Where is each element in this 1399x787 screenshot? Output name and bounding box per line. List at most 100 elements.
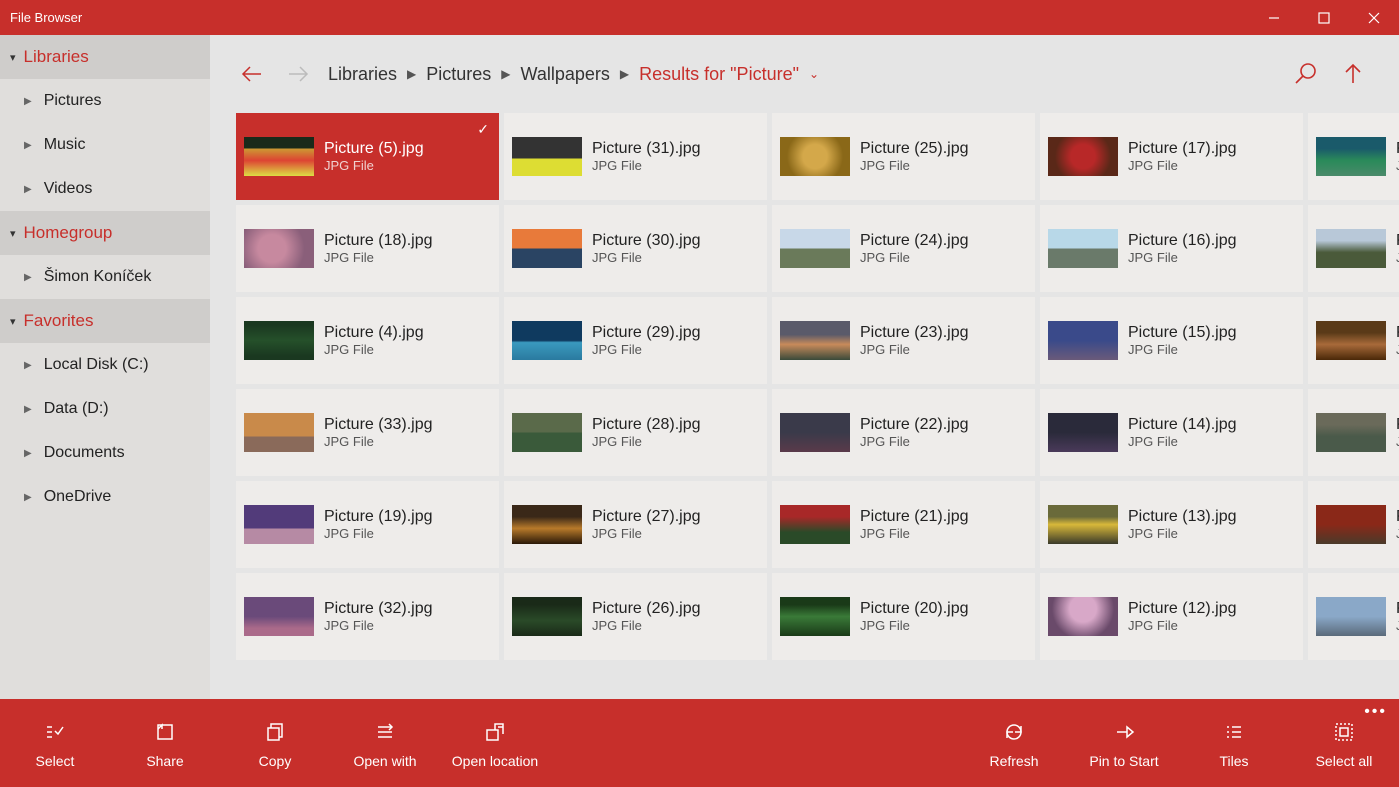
sidebar: ▾Libraries▶Pictures▶Music▶Videos▾Homegro… <box>0 35 210 699</box>
chevron-right-icon: ▶ <box>24 96 32 107</box>
file-name: Picture (21).jpg <box>860 508 969 526</box>
file-name: Picture (14).jpg <box>1128 416 1237 434</box>
tiles-button[interactable]: Tiles <box>1179 717 1289 769</box>
file-item[interactable]: Picture (29).jpgJPG File <box>504 297 767 384</box>
thumbnail <box>780 413 850 452</box>
file-item[interactable]: Picture (16).jpgJPG File <box>1040 205 1303 292</box>
back-button[interactable] <box>232 54 272 94</box>
file-name: Picture (23).jpg <box>860 324 969 342</box>
selectall-button[interactable]: Select all <box>1289 717 1399 769</box>
file-item[interactable]: Picture (5).jpgJPG File✓ <box>236 113 499 200</box>
openwith-button[interactable]: Open with <box>330 717 440 769</box>
file-item[interactable]: Picture (14).jpgJPG File <box>1040 389 1303 476</box>
check-icon: ✓ <box>477 121 489 138</box>
sidebar-section-favorites[interactable]: ▾Favorites <box>0 299 210 343</box>
selectall-icon <box>1333 717 1355 747</box>
file-item[interactable]: Picture (25).jpgJPG File <box>772 113 1035 200</box>
file-item[interactable]: Picture (7).jpgJPG File <box>1308 297 1399 384</box>
sidebar-item[interactable]: ▶OneDrive <box>0 475 210 519</box>
command-label: Select <box>36 753 75 769</box>
select-button[interactable]: Select <box>0 717 110 769</box>
refresh-button[interactable]: Refresh <box>959 717 1069 769</box>
up-button[interactable] <box>1329 50 1377 98</box>
chevron-right-icon: ▶ <box>24 448 32 459</box>
file-item[interactable]: Picture (24).jpgJPG File <box>772 205 1035 292</box>
file-item[interactable]: Picture (4).jpgJPG File <box>236 297 499 384</box>
file-type: JPG File <box>592 618 701 633</box>
file-item[interactable]: Picture (23).jpgJPG File <box>772 297 1035 384</box>
file-item[interactable]: Picture (8).jpgJPG File <box>1308 205 1399 292</box>
file-type: JPG File <box>1128 342 1237 357</box>
chevron-right-icon: ▶ <box>620 67 629 81</box>
chevron-down-icon[interactable]: ⌄ <box>809 67 819 81</box>
file-item[interactable]: Picture (2).jpgJPG File <box>1308 573 1399 660</box>
openlocation-button[interactable]: Open location <box>440 717 550 769</box>
sidebar-item-label: Documents <box>44 444 125 462</box>
close-button[interactable] <box>1349 0 1399 35</box>
chevron-right-icon: ▶ <box>24 184 32 195</box>
sidebar-section-libraries[interactable]: ▾Libraries <box>0 35 210 79</box>
breadcrumb-item[interactable]: Libraries <box>328 64 397 85</box>
sidebar-item[interactable]: ▶Music <box>0 123 210 167</box>
breadcrumb-item[interactable]: Wallpapers <box>521 64 610 85</box>
file-type: JPG File <box>324 342 424 357</box>
pin-button[interactable]: Pin to Start <box>1069 717 1179 769</box>
sidebar-item[interactable]: ▶Videos <box>0 167 210 211</box>
file-item[interactable]: Picture (26).jpgJPG File <box>504 573 767 660</box>
sidebar-item[interactable]: ▶ Documents <box>0 431 210 475</box>
file-item[interactable]: Picture (27).jpgJPG File <box>504 481 767 568</box>
sidebar-item[interactable]: ▶Pictures <box>0 79 210 123</box>
chevron-right-icon: ▶ <box>24 404 32 415</box>
thumbnail <box>244 597 314 636</box>
select-icon <box>44 717 66 747</box>
file-type: JPG File <box>860 158 969 173</box>
file-item[interactable]: Picture (21).jpgJPG File <box>772 481 1035 568</box>
share-button[interactable]: Share <box>110 717 220 769</box>
sidebar-item[interactable]: ▶Local Disk (C:) <box>0 343 210 387</box>
thumbnail <box>1316 137 1386 176</box>
file-name: Picture (4).jpg <box>324 324 424 342</box>
file-item[interactable]: Picture (9).jpgJPG File <box>1308 113 1399 200</box>
file-item[interactable]: Picture (31).jpgJPG File <box>504 113 767 200</box>
file-item[interactable]: Picture (6).jpgJPG File <box>1308 389 1399 476</box>
file-item[interactable]: Picture (33).jpgJPG File <box>236 389 499 476</box>
forward-button[interactable] <box>278 54 318 94</box>
file-type: JPG File <box>324 158 424 173</box>
chevron-down-icon: ▾ <box>10 51 16 64</box>
file-item[interactable]: Picture (30).jpgJPG File <box>504 205 767 292</box>
chevron-right-icon: ▶ <box>407 67 416 81</box>
file-item[interactable]: Picture (22).jpgJPG File <box>772 389 1035 476</box>
file-item[interactable]: Picture (18).jpgJPG File <box>236 205 499 292</box>
sidebar-item[interactable]: ▶Data (D:) <box>0 387 210 431</box>
file-item[interactable]: Picture (17).jpgJPG File <box>1040 113 1303 200</box>
file-type: JPG File <box>1128 618 1237 633</box>
file-item[interactable]: Picture (19).jpgJPG File <box>236 481 499 568</box>
file-item[interactable]: Picture (12).jpgJPG File <box>1040 573 1303 660</box>
file-type: JPG File <box>324 618 433 633</box>
file-item[interactable]: Picture (3).jpgJPG File <box>1308 481 1399 568</box>
app-title: File Browser <box>0 10 82 25</box>
file-item[interactable]: Picture (32).jpgJPG File <box>236 573 499 660</box>
file-type: JPG File <box>592 158 701 173</box>
copy-button[interactable]: Copy <box>220 717 330 769</box>
sidebar-section-homegroup[interactable]: ▾Homegroup <box>0 211 210 255</box>
file-type: JPG File <box>1128 250 1237 265</box>
sidebar-item[interactable]: ▶Šimon Koníček <box>0 255 210 299</box>
maximize-button[interactable] <box>1299 0 1349 35</box>
breadcrumb-item[interactable]: Pictures <box>426 64 491 85</box>
file-name: Picture (33).jpg <box>324 416 433 434</box>
tiles-icon <box>1223 717 1245 747</box>
search-button[interactable] <box>1281 50 1329 98</box>
file-type: JPG File <box>860 250 969 265</box>
more-button[interactable]: ••• <box>1364 703 1387 721</box>
file-item[interactable]: Picture (20).jpgJPG File <box>772 573 1035 660</box>
breadcrumb-current[interactable]: Results for "Picture" <box>639 64 799 85</box>
file-item[interactable]: Picture (28).jpgJPG File <box>504 389 767 476</box>
file-name: Picture (26).jpg <box>592 600 701 618</box>
minimize-button[interactable] <box>1249 0 1299 35</box>
file-name: Picture (19).jpg <box>324 508 433 526</box>
file-item[interactable]: Picture (15).jpgJPG File <box>1040 297 1303 384</box>
file-item[interactable]: Picture (13).jpgJPG File <box>1040 481 1303 568</box>
file-type: JPG File <box>1128 158 1237 173</box>
file-name: Picture (29).jpg <box>592 324 701 342</box>
